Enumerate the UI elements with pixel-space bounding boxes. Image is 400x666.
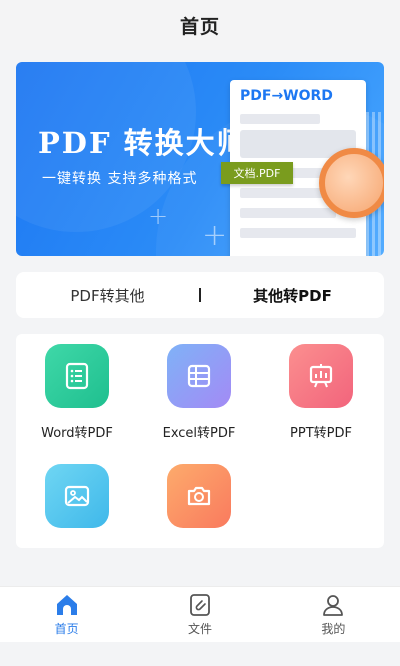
nav-home[interactable]: 首页 bbox=[0, 587, 133, 643]
camera-icon bbox=[167, 464, 231, 528]
top-bar: 首页 bbox=[0, 0, 400, 50]
tab-pdf-to-other[interactable]: PDF转其他 bbox=[16, 285, 199, 306]
tool-excel-to-pdf[interactable]: Excel转PDF bbox=[144, 344, 254, 441]
home-icon bbox=[56, 595, 77, 615]
plus-decor-icon: + bbox=[202, 218, 228, 253]
list-document-icon bbox=[45, 344, 109, 408]
promo-banner[interactable]: + + + PDF 转换大师 一键转换 支持多种格式 PDF→WORD 文档.P… bbox=[16, 62, 384, 256]
magnifier-icon bbox=[319, 148, 384, 218]
user-icon bbox=[323, 595, 344, 616]
table-icon bbox=[167, 344, 231, 408]
plus-decor-icon: + bbox=[148, 202, 169, 230]
conversion-tabs: PDF转其他 其他转PDF bbox=[16, 272, 384, 318]
tool-label: PPT转PDF bbox=[290, 426, 352, 441]
tool-label: Excel转PDF bbox=[162, 426, 236, 441]
file-clip-icon bbox=[190, 594, 210, 616]
bottom-safe-area bbox=[0, 642, 400, 666]
nav-label: 文件 bbox=[187, 622, 212, 636]
nav-files[interactable]: 文件 bbox=[133, 587, 266, 643]
doc-line bbox=[240, 208, 336, 218]
tool-grid: Word转PDF Excel转PDF PPT转PDF bbox=[16, 334, 384, 548]
presentation-board-icon bbox=[289, 344, 353, 408]
banner-title: PDF 转换大师 bbox=[38, 126, 248, 160]
nav-profile[interactable]: 我的 bbox=[267, 587, 400, 643]
tool-label: Word转PDF bbox=[41, 426, 113, 441]
page-title: 首页 bbox=[179, 15, 220, 38]
tool-word-to-pdf[interactable]: Word转PDF bbox=[22, 344, 132, 441]
nav-label: 我的 bbox=[321, 622, 346, 636]
banner-subtitle: 一键转换 支持多种格式 bbox=[42, 171, 198, 187]
doc-header-label: PDF→WORD bbox=[240, 88, 333, 104]
doc-line bbox=[240, 228, 356, 238]
tool-camera-to-pdf[interactable] bbox=[144, 464, 254, 542]
bottom-navigation: 首页 文件 我的 bbox=[0, 586, 400, 643]
doc-line bbox=[240, 114, 320, 124]
nav-label: 首页 bbox=[54, 622, 79, 636]
tool-image-to-pdf[interactable] bbox=[22, 464, 132, 542]
doc-tag-label: 文档.PDF bbox=[221, 162, 293, 184]
tab-other-to-pdf[interactable]: 其他转PDF bbox=[201, 285, 384, 306]
tool-ppt-to-pdf[interactable]: PPT转PDF bbox=[266, 344, 376, 441]
image-icon bbox=[45, 464, 109, 528]
